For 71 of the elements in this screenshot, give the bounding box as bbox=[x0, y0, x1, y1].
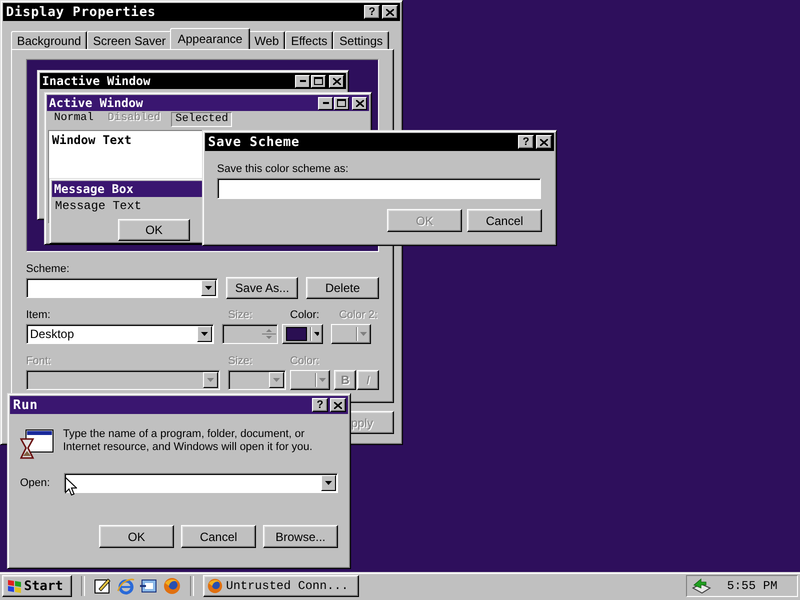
window-title: Active Window bbox=[49, 96, 144, 110]
scheme-name-field[interactable] bbox=[217, 178, 541, 199]
close-icon bbox=[352, 96, 367, 110]
open-label: Open: bbox=[20, 477, 50, 489]
font-label: Font: bbox=[26, 355, 52, 367]
caret-icon bbox=[268, 372, 284, 388]
hourglass-window-icon bbox=[20, 429, 54, 461]
window-text: Window Text bbox=[52, 133, 132, 147]
drive-icon[interactable] bbox=[691, 577, 711, 595]
scheme-dropdown[interactable] bbox=[26, 278, 218, 298]
window-title: Run bbox=[13, 398, 39, 412]
clock: 5:55 PM bbox=[727, 579, 778, 593]
dialog-button[interactable]: Browse... bbox=[263, 525, 338, 548]
window-title: Message Box bbox=[54, 182, 134, 196]
prompt-label: Save this color scheme as: bbox=[217, 163, 350, 175]
size-label: Size: bbox=[228, 309, 254, 321]
caret-icon bbox=[202, 372, 218, 388]
message-text: Message Text bbox=[54, 198, 142, 215]
delete-button[interactable]: Delete bbox=[306, 276, 379, 298]
caret-icon bbox=[201, 280, 216, 296]
window-title: Save Scheme bbox=[208, 134, 301, 150]
globe-icon[interactable] bbox=[163, 577, 181, 595]
caret-icon bbox=[314, 332, 320, 336]
color-label: Color 2: bbox=[339, 309, 379, 321]
size-label: Size: bbox=[228, 355, 254, 367]
color-picker-button[interactable] bbox=[282, 324, 324, 344]
close-icon bbox=[386, 8, 394, 16]
color-label: Color: bbox=[290, 309, 320, 321]
close-icon bbox=[334, 402, 342, 408]
channel-icon[interactable] bbox=[140, 577, 158, 595]
help-button[interactable]: ? bbox=[364, 5, 380, 19]
mouse-pointer-icon bbox=[65, 477, 77, 496]
caret-icon bbox=[196, 326, 212, 342]
save-as-button[interactable]: Save As... bbox=[226, 276, 298, 298]
scheme-label: Scheme: bbox=[26, 263, 70, 277]
globe-icon bbox=[207, 578, 223, 594]
item-value: Desktop bbox=[29, 326, 76, 340]
start-button[interactable]: Start bbox=[2, 575, 72, 597]
tab[interactable]: Effects bbox=[284, 31, 334, 49]
caret-icon bbox=[319, 378, 326, 382]
close-button[interactable] bbox=[536, 135, 552, 149]
tab[interactable]: Screen Saver bbox=[87, 31, 172, 49]
minimize-icon bbox=[318, 96, 333, 110]
tab[interactable]: Settings bbox=[333, 31, 389, 49]
close-button[interactable] bbox=[382, 5, 398, 19]
color-label: Color: bbox=[290, 355, 320, 367]
dialog-button[interactable]: Cancel bbox=[467, 209, 542, 232]
close-icon bbox=[540, 138, 548, 146]
open-field[interactable] bbox=[64, 473, 338, 493]
caret-icon bbox=[320, 475, 336, 491]
caret-icon bbox=[360, 332, 367, 336]
tab[interactable]: Background bbox=[11, 31, 88, 49]
browser-icon[interactable] bbox=[117, 577, 135, 595]
window-title: Display Properties bbox=[6, 4, 157, 20]
desktop-icon[interactable] bbox=[94, 577, 112, 595]
maximize-icon bbox=[334, 96, 349, 110]
item-dropdown[interactable]: Desktop bbox=[26, 324, 214, 344]
dialog-button[interactable]: OK bbox=[99, 525, 174, 548]
item-label: Item: bbox=[26, 309, 52, 321]
help-button[interactable]: ? bbox=[518, 135, 534, 149]
tab[interactable]: Appearance bbox=[170, 28, 250, 49]
tab[interactable]: Web bbox=[248, 31, 285, 49]
color-swatch bbox=[286, 326, 307, 340]
window-title: Inactive Window bbox=[42, 74, 152, 88]
run-description: Type the name of a program, folder, document, or Internet resource, and Windows will open it for you. bbox=[63, 428, 314, 454]
close-button[interactable] bbox=[330, 398, 346, 412]
dialog-button[interactable]: Cancel bbox=[181, 525, 256, 548]
flag-icon bbox=[6, 579, 22, 593]
ok-button[interactable]: OK bbox=[118, 219, 190, 241]
task-button[interactable]: Untrusted Conn... bbox=[203, 575, 359, 597]
help-button[interactable]: ? bbox=[312, 398, 328, 412]
